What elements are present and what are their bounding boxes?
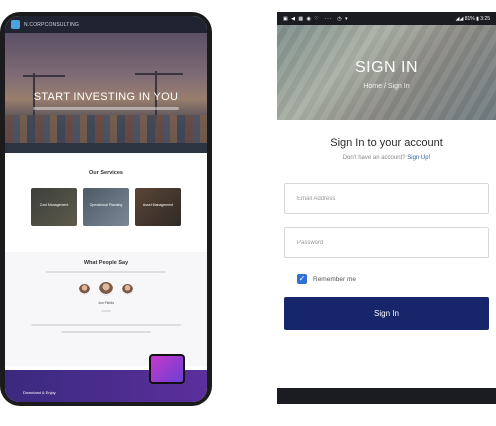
testimonial-avatars bbox=[5, 282, 207, 296]
form-heading: Sign In to your account bbox=[330, 137, 443, 149]
service-label: Operational Planning bbox=[89, 203, 123, 207]
avatar[interactable] bbox=[79, 283, 90, 295]
hero-title: START INVESTING IN YOU bbox=[33, 91, 179, 103]
left-phone-screen: N.CORPCONSULTING START INVESTING IN YOU … bbox=[5, 16, 207, 402]
remember-me-row[interactable]: ✓ Remember me bbox=[284, 274, 489, 284]
services-list: Cost Management Operational Planning Ass… bbox=[5, 188, 207, 226]
service-label: Cost Management bbox=[39, 203, 69, 207]
status-right: ◢◢ 81% ▮ 3:25 bbox=[456, 16, 490, 22]
app-download-banner: Download & Enjoy bbox=[5, 354, 207, 402]
signup-prompt: Don't have an account? Sign Up! bbox=[284, 155, 489, 161]
signal-icon: ◢◢ bbox=[455, 15, 464, 22]
testimonial-role-line bbox=[101, 310, 111, 312]
sign-in-button[interactable]: Sign In bbox=[284, 297, 489, 330]
navigation-bar bbox=[277, 388, 496, 404]
signup-link[interactable]: Sign Up! bbox=[407, 155, 430, 161]
battery-icon: ▮ bbox=[476, 15, 479, 22]
testimonials-title: What People Say bbox=[83, 260, 129, 266]
no-account-text: Don't have an account? bbox=[342, 155, 406, 161]
breadcrumb[interactable]: Home / Sign In bbox=[277, 83, 496, 90]
remember-me-checkbox[interactable]: ✓ bbox=[297, 274, 307, 284]
testimonial-quote-line bbox=[31, 324, 181, 326]
service-card[interactable]: Asset Management bbox=[135, 188, 181, 226]
crane-arm-graphic bbox=[135, 73, 183, 75]
testimonials-section: What People Say Jon Fields bbox=[5, 252, 207, 366]
right-phone-screen: ▣ ◀ ▦ ◉ ♡ ··· ◷ ▾ ◢◢ 81% ▮ 3:25 SIGN IN … bbox=[277, 12, 496, 404]
left-phone-mockup: N.CORPCONSULTING START INVESTING IN YOU … bbox=[0, 12, 212, 406]
page-title: SIGN IN bbox=[354, 59, 419, 76]
crane-arm-graphic bbox=[23, 75, 65, 77]
testimonial-quote-line bbox=[61, 331, 151, 333]
containers-graphic bbox=[5, 115, 207, 143]
testimonial-name: Jon Fields bbox=[98, 301, 114, 305]
logo-icon[interactable] bbox=[11, 20, 20, 29]
email-field[interactable] bbox=[284, 183, 489, 214]
status-bar: ▣ ◀ ▦ ◉ ♡ ··· ◷ ▾ ◢◢ 81% ▮ 3:25 bbox=[277, 12, 496, 25]
avatar[interactable] bbox=[99, 282, 113, 296]
water-graphic bbox=[5, 143, 207, 153]
download-text[interactable]: Download & Enjoy bbox=[23, 390, 56, 395]
service-card[interactable]: Cost Management bbox=[31, 188, 77, 226]
hero-subtitle-line bbox=[33, 107, 179, 110]
service-card[interactable]: Operational Planning bbox=[83, 188, 129, 226]
brand-name[interactable]: N.CORPCONSULTING bbox=[24, 22, 79, 28]
clock: 3:25 bbox=[480, 15, 490, 22]
remember-me-label[interactable]: Remember me bbox=[313, 276, 356, 283]
services-title: Our Services bbox=[89, 170, 123, 176]
top-navbar: N.CORPCONSULTING bbox=[5, 16, 207, 33]
testimonial-text-line bbox=[46, 271, 166, 273]
app-preview-image bbox=[149, 354, 185, 384]
signin-form: Sign In to your account Don't have an ac… bbox=[277, 137, 496, 330]
screenshot-stage: N.CORPCONSULTING START INVESTING IN YOU … bbox=[0, 0, 496, 426]
service-label: Asset Management bbox=[142, 203, 174, 207]
hero-banner: START INVESTING IN YOU bbox=[5, 33, 207, 153]
notification-icons: ▣ ◀ ▦ ◉ ♡ ··· ◷ ▾ bbox=[283, 15, 349, 22]
battery-percent: 81% bbox=[464, 15, 475, 22]
password-field[interactable] bbox=[284, 227, 489, 258]
avatar[interactable] bbox=[122, 283, 133, 295]
signin-hero-banner: SIGN IN Home / Sign In bbox=[277, 25, 496, 120]
